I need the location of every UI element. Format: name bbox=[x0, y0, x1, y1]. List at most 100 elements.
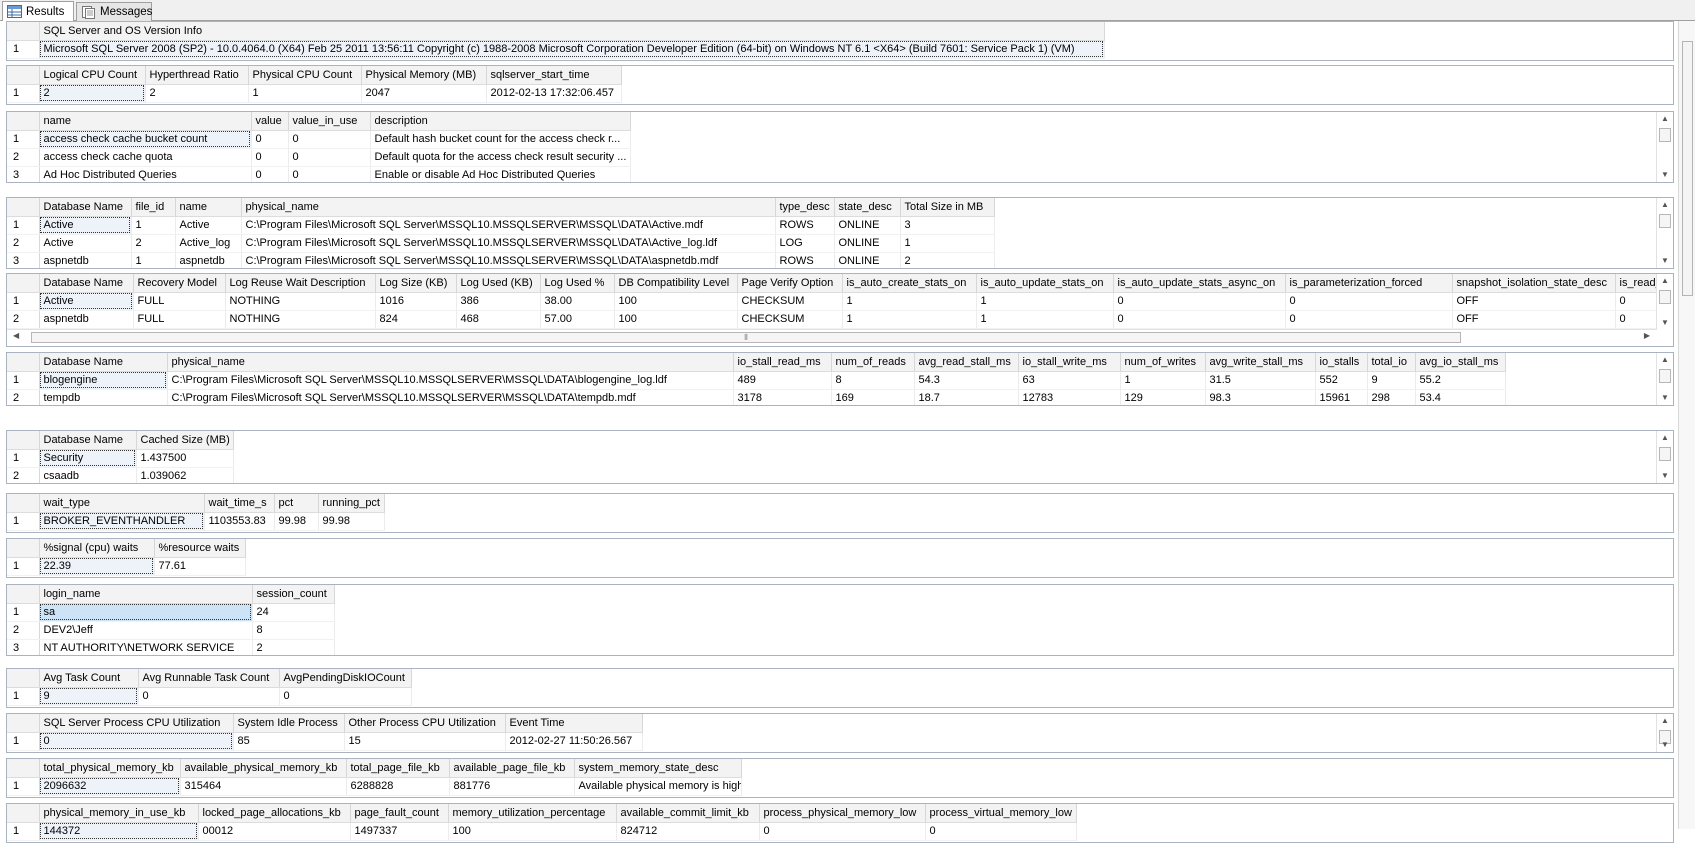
grid-cell[interactable]: 1.039062 bbox=[136, 467, 234, 483]
grid-vertical-scrollbar[interactable]: ▲ ▼ bbox=[1656, 274, 1673, 330]
grid-cell[interactable]: 1 bbox=[900, 234, 995, 253]
column-header-database-name[interactable]: Database Name bbox=[39, 353, 168, 372]
tab-messages[interactable]: Messages bbox=[76, 2, 152, 21]
row-number[interactable]: 1 bbox=[7, 40, 40, 59]
grid-corner[interactable] bbox=[7, 759, 40, 778]
column-header-snapshot-isolation-state-desc[interactable]: snapshot_isolation_state_desc bbox=[1452, 274, 1616, 293]
column-header-memory-utilization-percentage[interactable]: memory_utilization_percentage bbox=[448, 804, 617, 823]
grid-vertical-scrollbar[interactable]: ▲ ▼ bbox=[1656, 431, 1673, 483]
column-header-wait-time-s[interactable]: wait_time_s bbox=[204, 494, 275, 513]
grid-corner[interactable] bbox=[7, 494, 40, 513]
grid-vertical-scrollbar[interactable]: ▲ ▼ bbox=[1656, 714, 1673, 752]
results-pane-scrollbar[interactable] bbox=[1678, 21, 1695, 829]
grid-cell[interactable]: 2047 bbox=[361, 84, 487, 103]
scrollbar-thumb[interactable] bbox=[1659, 128, 1671, 142]
grid-corner[interactable] bbox=[7, 353, 40, 372]
column-header-total-size-in-mb[interactable]: Total Size in MB bbox=[900, 198, 995, 217]
column-header-avg-io-stall-ms[interactable]: avg_io_stall_ms bbox=[1415, 353, 1506, 372]
column-header-name[interactable]: name bbox=[175, 198, 242, 217]
grid-cell[interactable]: 2012-02-13 17:32:06.457 bbox=[486, 84, 622, 103]
row-number[interactable]: 2 bbox=[7, 621, 40, 640]
row-number[interactable]: 2 bbox=[7, 467, 40, 483]
grid-cell[interactable]: OFF bbox=[1452, 310, 1616, 329]
grid-cell[interactable]: Active bbox=[39, 216, 132, 235]
column-header-running-pct[interactable]: running_pct bbox=[318, 494, 385, 513]
grid-cell[interactable]: 315464 bbox=[180, 777, 347, 796]
grid-cell[interactable]: BROKER_EVENTHANDLER bbox=[39, 512, 205, 531]
grid-cell[interactable]: 0 bbox=[925, 822, 1077, 841]
scroll-up-arrow-icon[interactable]: ▲ bbox=[1657, 274, 1673, 288]
grid-cell[interactable]: 100 bbox=[614, 310, 738, 329]
grid-cell[interactable]: NOTHING bbox=[225, 310, 376, 329]
column-header-io-stall-write-ms[interactable]: io_stall_write_ms bbox=[1018, 353, 1121, 372]
column-header-hyperthread-ratio[interactable]: Hyperthread Ratio bbox=[145, 66, 249, 85]
grid-cell[interactable]: ROWS bbox=[775, 252, 835, 268]
grid-cell[interactable]: 2 bbox=[252, 639, 335, 655]
scroll-down-arrow-icon[interactable]: ▼ bbox=[1657, 254, 1673, 268]
grid-cell[interactable]: 99.98 bbox=[274, 512, 319, 531]
grid-cell[interactable]: 129 bbox=[1120, 389, 1206, 405]
grid-corner[interactable] bbox=[7, 585, 40, 604]
column-header-is-auto-create-stats-on[interactable]: is_auto_create_stats_on bbox=[842, 274, 977, 293]
grid-cell[interactable]: C:\Program Files\Microsoft SQL Server\MS… bbox=[241, 252, 776, 268]
column-header-type-desc[interactable]: type_desc bbox=[775, 198, 835, 217]
grid-cell[interactable]: 15 bbox=[344, 732, 506, 751]
grid-cell[interactable]: Active bbox=[175, 216, 242, 235]
column-header-avg-write-stall-ms[interactable]: avg_write_stall_ms bbox=[1205, 353, 1316, 372]
scroll-down-arrow-icon[interactable]: ▼ bbox=[1657, 738, 1673, 752]
column-header-physical-name[interactable]: physical_name bbox=[241, 198, 776, 217]
grid-cell[interactable]: 22.39 bbox=[39, 557, 155, 576]
grid-cell[interactable]: 824 bbox=[375, 310, 457, 329]
column-header-page-fault-count[interactable]: page_fault_count bbox=[350, 804, 449, 823]
grid-cell[interactable]: Default hash bucket count for the access… bbox=[370, 130, 631, 149]
tab-results[interactable]: Results bbox=[2, 1, 74, 21]
column-header-log-size-kb[interactable]: Log Size (KB) bbox=[375, 274, 457, 293]
column-header-file-id[interactable]: file_id bbox=[131, 198, 176, 217]
grid-cell[interactable]: 0 bbox=[251, 148, 289, 167]
grid-cell[interactable]: 100 bbox=[614, 292, 738, 311]
grid-cell[interactable]: 12783 bbox=[1018, 389, 1121, 405]
row-number[interactable]: 1 bbox=[7, 603, 40, 622]
column-header-physical-memory-in-use-kb[interactable]: physical_memory_in_use_kb bbox=[39, 804, 199, 823]
grid-cell[interactable]: Ad Hoc Distributed Queries bbox=[39, 166, 252, 182]
grid-cell[interactable]: 0 bbox=[1285, 310, 1453, 329]
column-header-physical-name[interactable]: physical_name bbox=[167, 353, 734, 372]
grid-corner[interactable] bbox=[7, 539, 40, 558]
grid-cell[interactable]: Active bbox=[39, 234, 132, 253]
scroll-down-arrow-icon[interactable]: ▼ bbox=[1657, 391, 1673, 405]
grid-cell[interactable]: 0 bbox=[759, 822, 926, 841]
grid-cell[interactable]: Available physical memory is high bbox=[574, 777, 742, 796]
grid-cell[interactable]: access check cache bucket count bbox=[39, 130, 252, 149]
grid-cell[interactable]: 3 bbox=[900, 216, 995, 235]
column-header-database-name[interactable]: Database Name bbox=[39, 431, 137, 450]
scroll-down-arrow-icon[interactable]: ▼ bbox=[1657, 469, 1673, 483]
column-header-total-page-file-kb[interactable]: total_page_file_kb bbox=[346, 759, 450, 778]
column-header-process-virtual-memory-low[interactable]: process_virtual_memory_low bbox=[925, 804, 1077, 823]
grid-vertical-scrollbar[interactable]: ▲ ▼ bbox=[1656, 112, 1673, 182]
grid-cell[interactable]: 38.00 bbox=[540, 292, 615, 311]
grid-cell[interactable]: 0 bbox=[251, 166, 289, 182]
grid-cell[interactable]: 169 bbox=[831, 389, 915, 405]
grid-cell[interactable]: 0 bbox=[251, 130, 289, 149]
row-number[interactable]: 1 bbox=[7, 84, 40, 103]
grid-cell[interactable]: 18.7 bbox=[914, 389, 1019, 405]
grid-cell[interactable]: 298 bbox=[1367, 389, 1416, 405]
grid-corner[interactable] bbox=[7, 66, 40, 85]
grid-cell[interactable]: C:\Program Files\Microsoft SQL Server\MS… bbox=[167, 371, 734, 390]
grid-cell[interactable]: 85 bbox=[233, 732, 345, 751]
grid-cell[interactable]: DEV2\Jeff bbox=[39, 621, 253, 640]
column-header-available-commit-limit-kb[interactable]: available_commit_limit_kb bbox=[616, 804, 760, 823]
column-header-system-idle-process[interactable]: System Idle Process bbox=[233, 714, 345, 733]
grid-cell[interactable]: 1103553.83 bbox=[204, 512, 275, 531]
grid-cell[interactable]: Active_log bbox=[175, 234, 242, 253]
grid-corner[interactable] bbox=[7, 274, 40, 293]
column-header-name[interactable]: name bbox=[39, 112, 252, 131]
row-number[interactable]: 2 bbox=[7, 234, 40, 253]
row-number[interactable]: 1 bbox=[7, 822, 40, 841]
column-header-log-used-kb[interactable]: Log Used (KB) bbox=[456, 274, 541, 293]
grid-cell[interactable]: 1 bbox=[1120, 371, 1206, 390]
grid-cell[interactable]: 1 bbox=[976, 310, 1114, 329]
grid-cell[interactable]: blogengine bbox=[39, 371, 168, 390]
grid-cell[interactable]: CHECKSUM bbox=[737, 292, 843, 311]
grid-corner[interactable] bbox=[7, 198, 40, 217]
